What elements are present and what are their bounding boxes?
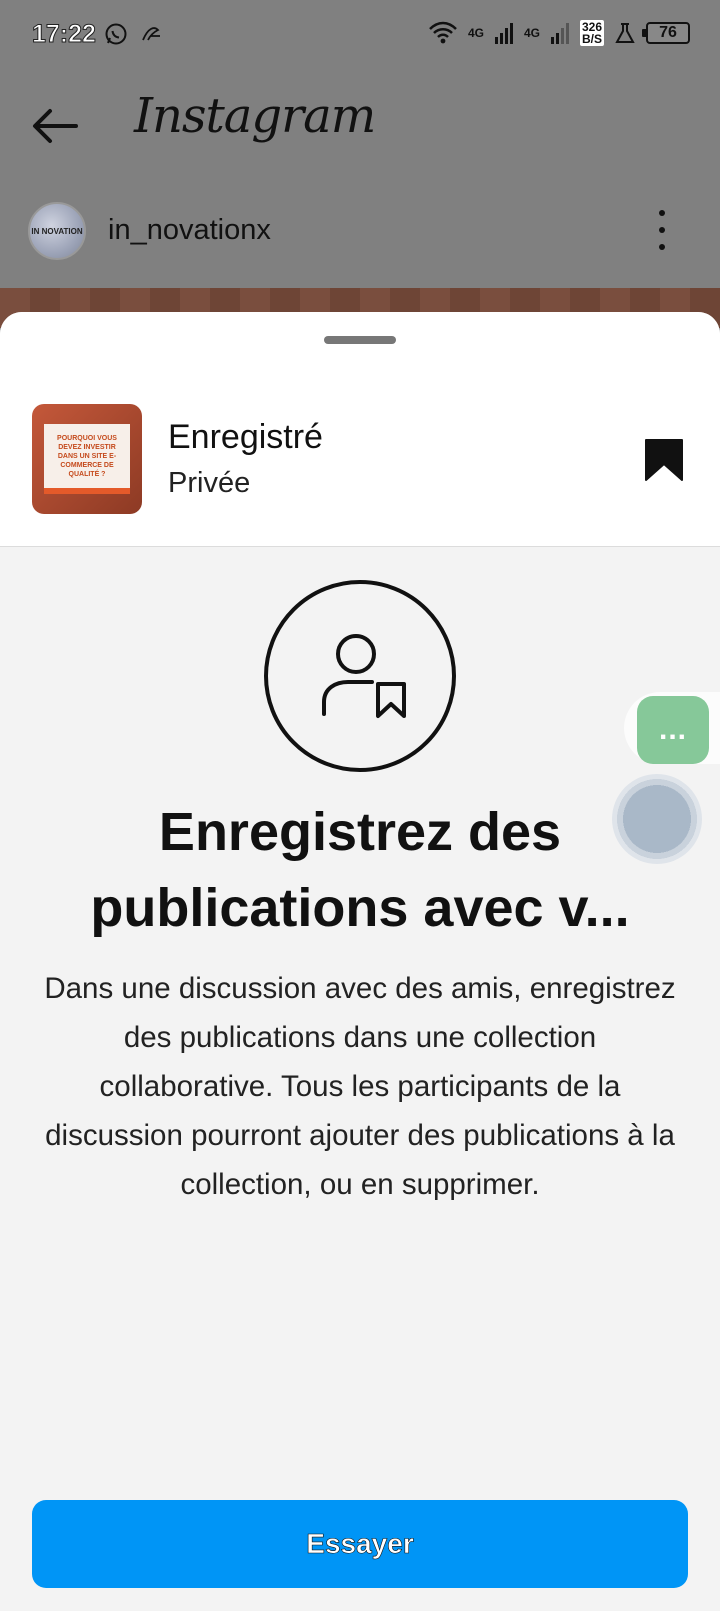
battery-icon: 76 (642, 22, 690, 44)
thumbnail-card: POURQUOI VOUS DEVEZ INVESTIR DANS UN SIT… (44, 424, 130, 494)
collection-thumbnail: POURQUOI VOUS DEVEZ INVESTIR DANS UN SIT… (32, 404, 142, 514)
bookmark-filled-icon[interactable] (644, 438, 684, 482)
signal-icon (550, 23, 569, 44)
signal-icon (494, 23, 513, 44)
post-header: IN NOVATION in_novationx (0, 196, 720, 276)
collection-privacy: Privée (168, 467, 251, 499)
floating-assistant: ... (612, 692, 720, 864)
wifi-icon (429, 21, 457, 44)
app-icon (142, 27, 160, 41)
collection-title: Enregistré (168, 418, 323, 456)
chat-dots-icon: ... (658, 713, 687, 746)
status-right-icons: 4G 4G 326 B/S 76 (428, 20, 690, 46)
status-time: 17:22 (32, 20, 97, 49)
back-arrow-icon[interactable] (30, 106, 80, 146)
speed-unit: B/S (581, 32, 602, 46)
network-speed: 326 B/S (579, 20, 604, 46)
collection-bottom-sheet: POURQUOI VOUS DEVEZ INVESTIR DANS UN SIT… (0, 312, 720, 1611)
floating-ball[interactable] (612, 774, 702, 864)
network-type-1: 4G (467, 26, 484, 40)
status-bar: 17:22 4G 4G 326 B/S 76 (0, 0, 720, 72)
status-left-icons (104, 22, 164, 46)
lab-icon (615, 23, 635, 43)
whatsapp-icon (105, 23, 127, 45)
thumbnail-text: POURQUOI VOUS DEVEZ INVESTIR DANS UN SIT… (57, 434, 117, 478)
floating-chat-button[interactable]: ... (637, 696, 709, 764)
try-button[interactable]: Essayer (32, 1500, 688, 1588)
more-vertical-icon[interactable] (656, 210, 668, 250)
network-type-2: 4G (523, 26, 540, 40)
saved-collection-row[interactable]: POURQUOI VOUS DEVEZ INVESTIR DANS UN SIT… (0, 312, 720, 547)
post-username[interactable]: in_novationx (108, 214, 271, 247)
avatar-text: IN NOVATION (31, 226, 83, 236)
sheet-description: Dans une discussion avec des amis, enreg… (44, 972, 676, 1201)
battery-level: 76 (659, 24, 677, 41)
avatar[interactable]: IN NOVATION (28, 202, 86, 260)
app-header: Instagram (0, 80, 720, 170)
sheet-heading: Enregistrez des publications avec v... (90, 802, 630, 938)
person-bookmark-icon (322, 634, 406, 718)
instagram-logo: Instagram (134, 88, 376, 144)
hero-circle (264, 580, 456, 772)
drag-handle[interactable] (324, 336, 396, 344)
